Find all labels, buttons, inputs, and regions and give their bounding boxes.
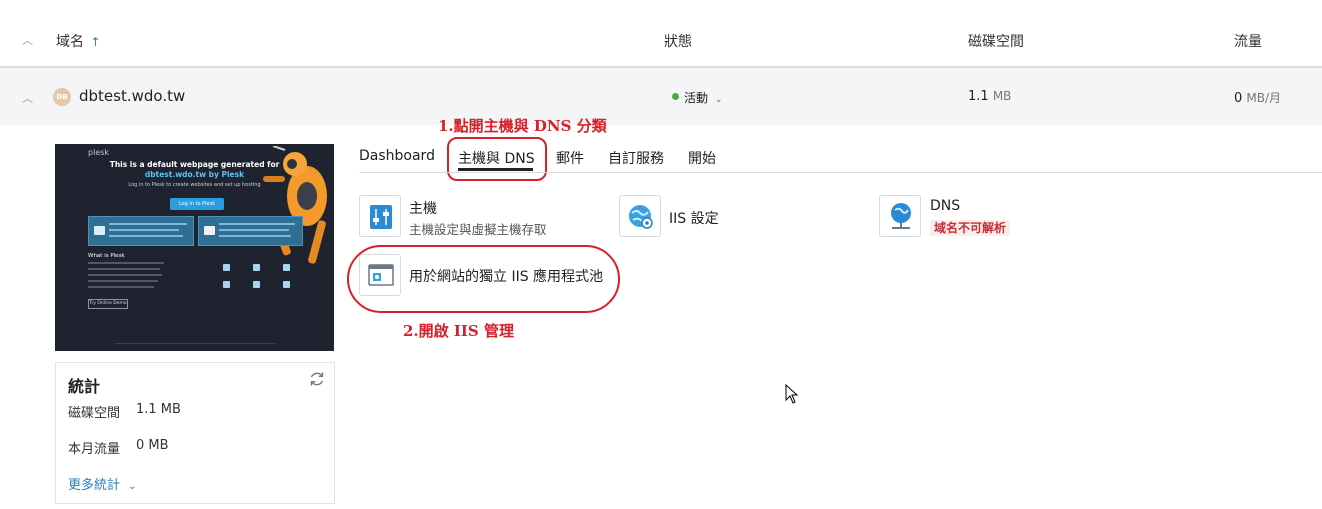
- domain-name-link[interactable]: dbtest.wdo.tw: [79, 87, 185, 105]
- preview-login-button: Log in to Plesk: [170, 198, 224, 210]
- dns-settings-link[interactable]: DNS: [930, 198, 960, 214]
- stats-traffic-value: 0 MB: [136, 438, 169, 453]
- tab-dashboard[interactable]: Dashboard: [359, 148, 435, 164]
- sliders-icon: [370, 205, 392, 229]
- status-active-dot: [672, 93, 679, 100]
- hosting-settings-desc: 主機設定與虛擬主機存取: [409, 222, 547, 237]
- domain-avatar: DB: [53, 88, 71, 106]
- preview-demo-button: Try Online Demo: [88, 299, 128, 309]
- preview-card-left: [88, 216, 194, 246]
- preview-card-right: [198, 216, 303, 246]
- status-dropdown[interactable]: 活動 ⌄: [684, 89, 722, 106]
- dns-globe-icon: [891, 203, 911, 229]
- annotation-step1: 1.點開主機與 DNS 分類: [438, 117, 607, 135]
- tab-start[interactable]: 開始: [688, 148, 716, 168]
- refresh-icon[interactable]: [308, 370, 326, 388]
- dns-warning-badge: 域名不可解析: [930, 220, 1011, 236]
- app-pool-tile[interactable]: [359, 254, 401, 296]
- stats-title: 統計: [68, 377, 101, 396]
- app-pool-link[interactable]: 用於網站的獨立 IIS 應用程式池: [409, 266, 603, 286]
- mouse-cursor-icon: [785, 384, 799, 404]
- hosting-settings-tile[interactable]: [359, 195, 401, 237]
- stats-disk-label: 磁碟空間: [68, 406, 121, 421]
- disk-usage: 1.1 MB: [968, 89, 1012, 104]
- preview-brand: plesk: [88, 148, 110, 157]
- traffic-usage: 0 MB/月: [1234, 91, 1282, 106]
- chevron-down-icon: ⌄: [714, 95, 723, 105]
- disk-column-header[interactable]: 磁碟空間: [968, 31, 1024, 51]
- table-header: [0, 0, 1322, 68]
- domain-column-header[interactable]: 域名 ↑: [56, 31, 101, 51]
- globe-gear-icon: [629, 205, 653, 229]
- iis-settings-link[interactable]: IIS 設定: [669, 208, 719, 228]
- dns-settings-tile[interactable]: [879, 195, 921, 237]
- app-pool-icon: [368, 264, 394, 286]
- preview-what-is: What is Plesk: [88, 253, 125, 259]
- status-column-header[interactable]: 狀態: [664, 31, 692, 51]
- sort-asc-icon: ↑: [90, 35, 101, 49]
- tab-mail[interactable]: 郵件: [556, 148, 584, 168]
- iis-settings-tile[interactable]: [619, 195, 661, 237]
- tabs-divider: [359, 172, 1322, 173]
- active-tab-indicator: [458, 168, 533, 171]
- collapse-row-icon[interactable]: ︿: [22, 90, 33, 106]
- tab-custom-services[interactable]: 自訂服務: [608, 148, 664, 168]
- website-preview[interactable]: plesk This is a default webpage generate…: [55, 144, 334, 351]
- robot-illustration: [263, 146, 327, 264]
- domain-row[interactable]: [0, 68, 1322, 125]
- chevron-down-icon: ⌄: [128, 481, 137, 492]
- traffic-column-header[interactable]: 流量: [1234, 31, 1262, 51]
- collapse-all-icon[interactable]: ︿: [22, 32, 33, 48]
- stats-disk-value: 1.1 MB: [136, 402, 181, 417]
- annotation-step2: 2.開啟 IIS 管理: [403, 322, 514, 340]
- tab-hosting-dns[interactable]: 主機與 DNS: [458, 148, 535, 168]
- hosting-settings-link[interactable]: 主機: [409, 198, 437, 218]
- stats-traffic-label: 本月流量: [68, 442, 121, 457]
- more-stats-link[interactable]: 更多統計 ⌄: [68, 474, 137, 493]
